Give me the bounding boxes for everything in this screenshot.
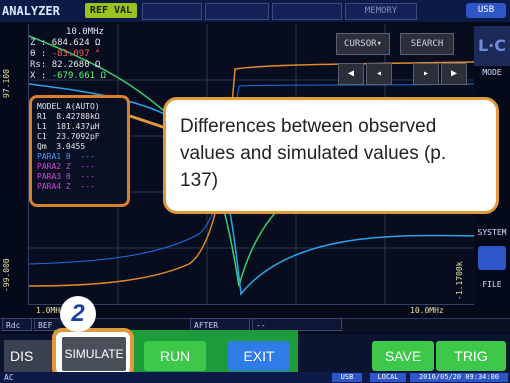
local-status: LOCAL: [370, 373, 406, 382]
y-axis-bottom-left: -99.000: [2, 258, 11, 292]
step-right-icon[interactable]: ▸: [413, 63, 439, 85]
exit-button[interactable]: EXIT: [228, 341, 290, 371]
empty-tab-1[interactable]: [142, 3, 202, 20]
model-param: L1 181.437μH: [37, 122, 100, 131]
search-button[interactable]: SEARCH: [400, 33, 454, 55]
readout-label: X :: [30, 71, 47, 81]
usb-indicator: USB: [466, 3, 506, 18]
rdc-label: Rdc: [2, 318, 32, 331]
model-parameters-box: MODEL A(AUTO) R1 8.42788kΩ L1 181.437μH …: [29, 95, 130, 207]
empty-tab-3[interactable]: [272, 3, 342, 20]
callout-connector: [129, 114, 167, 130]
trig-button[interactable]: TRIG: [436, 341, 506, 371]
run-button[interactable]: RUN: [144, 341, 206, 371]
step-number-badge: 2: [60, 296, 96, 332]
measurement-readout: Z : 684.624 Ω θ : -83.097 ° Rs: 82.2680 …: [30, 38, 106, 82]
jump-left-icon[interactable]: ◀: [338, 63, 364, 85]
display-button[interactable]: DIS: [4, 340, 58, 372]
system-label[interactable]: SYSTEM: [474, 228, 510, 237]
cursor-button[interactable]: CURSOR▾: [336, 33, 390, 55]
model-param: PARA3 θ ---: [37, 172, 95, 181]
y-axis-top-left: 97.100: [2, 69, 11, 98]
ref-val-tab[interactable]: REF VAL: [85, 3, 137, 18]
model-param: R1 8.42788kΩ: [37, 112, 100, 121]
ac-indicator: AC: [4, 373, 14, 382]
readout-value: -679.661 Ω: [51, 71, 106, 81]
mode-label[interactable]: MODE: [474, 68, 510, 77]
readout-value: -83.097 °: [51, 49, 101, 59]
readout-label: θ :: [30, 49, 47, 59]
model-param: PARA4 Z ---: [37, 182, 95, 191]
empty-tab-2[interactable]: [205, 3, 269, 20]
simulate-button[interactable]: SIMULATE: [61, 336, 127, 372]
file-label[interactable]: FILE: [474, 280, 510, 289]
model-param: C1 23.7092pF: [37, 132, 100, 141]
readout-value: 684.624 Ω: [51, 38, 101, 48]
model-param: PARA1 θ ---: [37, 152, 95, 161]
readout-label: Rs:: [30, 60, 47, 70]
model-param: PARA2 Z ---: [37, 162, 95, 171]
frequency-readout: 10.0MHz: [66, 27, 104, 37]
memory-tab[interactable]: MEMORY: [345, 3, 417, 20]
model-param: Qm 3.0455: [37, 142, 86, 151]
jump-right-icon[interactable]: ▶: [441, 63, 467, 85]
readout-label: Z :: [30, 38, 47, 48]
datetime-status: 2016/05/20 09:34:00: [410, 373, 508, 382]
lcr-icon[interactable]: L·C: [474, 26, 510, 66]
save-button[interactable]: SAVE: [372, 341, 434, 371]
annotation-callout: Differences between observed values and …: [163, 97, 499, 214]
readout-value: 82.2680 Ω: [51, 60, 101, 70]
model-title: MODEL A(AUTO): [37, 102, 100, 111]
folder-icon[interactable]: [478, 246, 506, 270]
y-axis-bottom-right: -1.1700k: [455, 261, 464, 300]
x-axis-end: 10.0MHz: [410, 306, 444, 315]
analyzer-screen: ANALYZER REF VAL MEMORY USB 97.100 -99.0…: [0, 0, 510, 383]
step-left-icon[interactable]: ◂: [366, 63, 392, 85]
usb-status: USB: [332, 373, 362, 382]
analyzer-tab[interactable]: ANALYZER: [2, 3, 78, 19]
